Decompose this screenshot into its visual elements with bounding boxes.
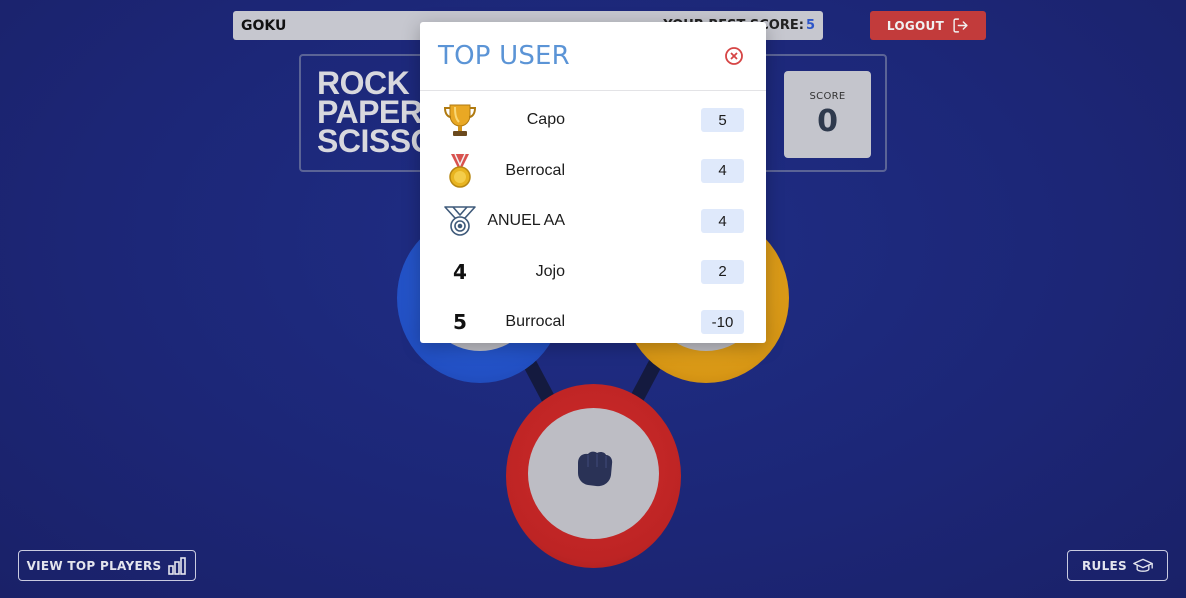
logout-icon	[953, 18, 968, 33]
score-box: SCORE 0	[784, 71, 871, 158]
ranking-row: ANUEL AA 4	[420, 196, 766, 247]
rank-number: 4	[453, 259, 467, 284]
modal-title: TOP USER	[438, 41, 570, 71]
bar-chart-icon	[168, 556, 187, 575]
view-top-players-button[interactable]: VIEW TOP PLAYERS	[18, 550, 196, 581]
logout-button[interactable]: LOGOUT	[870, 11, 986, 40]
rank-number-cell: 4	[442, 252, 478, 292]
player-name: Jojo	[535, 262, 565, 280]
trophy-icon	[442, 100, 478, 140]
gold-medal-icon	[442, 151, 478, 191]
rock-token[interactable]	[506, 384, 681, 568]
player-score: -10	[701, 310, 744, 335]
ranking-row: Capo 5	[420, 95, 766, 146]
player-name: Capo	[526, 111, 565, 129]
ranking-row: 4 Jojo 2	[420, 247, 766, 298]
player-name: Berrocal	[505, 161, 565, 179]
player-score: 4	[701, 209, 744, 234]
rock-token-face	[528, 408, 659, 539]
player-name: ANUEL AA	[487, 212, 565, 230]
player-score: 5	[701, 108, 744, 133]
score-value: 0	[817, 103, 838, 139]
score-label: SCORE	[809, 90, 846, 102]
modal-header: TOP USER	[420, 22, 766, 91]
ranking-row: Berrocal 4	[420, 146, 766, 197]
rules-label: RULES	[1082, 558, 1127, 573]
best-score-value: 5	[805, 18, 815, 33]
graduation-cap-icon	[1133, 558, 1153, 572]
rank-number-cell: 5	[442, 302, 478, 342]
top-user-modal: TOP USER Capo 5 Berrocal 4 ANUEL AA 4 4 …	[420, 22, 766, 343]
ranking-list: Capo 5 Berrocal 4 ANUEL AA 4 4 Jojo 2 5 …	[420, 91, 766, 348]
fist-icon	[578, 451, 613, 487]
rules-button[interactable]: RULES	[1067, 550, 1168, 581]
rank-number: 5	[453, 310, 467, 335]
close-circle-icon[interactable]	[724, 46, 744, 66]
username: GOKU	[241, 17, 287, 34]
player-score: 4	[701, 158, 744, 183]
view-top-players-label: VIEW TOP PLAYERS	[26, 558, 162, 573]
silver-medal-icon	[442, 201, 478, 241]
player-name: Burrocal	[505, 313, 565, 331]
logout-label: LOGOUT	[886, 18, 945, 33]
ranking-row: 5 Burrocal -10	[420, 297, 766, 348]
player-score: 2	[701, 259, 744, 284]
